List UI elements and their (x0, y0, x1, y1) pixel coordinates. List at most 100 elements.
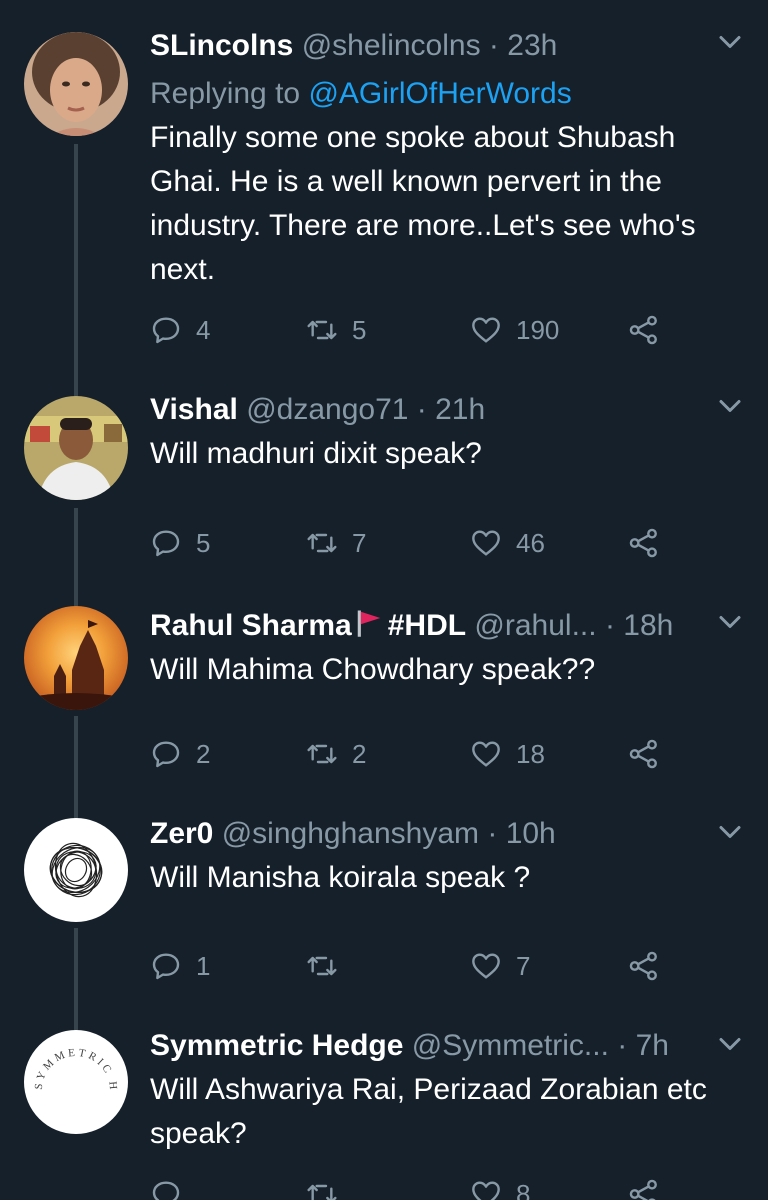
user-handle[interactable]: @dzango71 (246, 393, 408, 426)
user-handle[interactable]: @rahul... (474, 604, 596, 648)
like-button[interactable]: 46 (470, 521, 545, 565)
timestamp[interactable]: 7h (636, 1029, 669, 1062)
separator-dot: · (488, 29, 499, 62)
avatar[interactable] (24, 396, 128, 500)
tweet-actions: 4 5 190 (150, 308, 680, 352)
tweet-text: Will Ashwariya Rai, Perizaad Zorabian et… (150, 1073, 707, 1150)
avatar[interactable] (24, 818, 128, 922)
display-name[interactable]: SLincolns (150, 29, 293, 62)
user-handle[interactable]: @shelincolns (302, 29, 481, 62)
chevron-down-icon[interactable] (712, 388, 748, 424)
retweet-button[interactable] (306, 944, 352, 988)
reply-icon (152, 1181, 180, 1200)
tweet-actions: 8 (150, 1172, 680, 1200)
tweet[interactable]: SLincolns @shelincolns · 23h Replying to… (0, 20, 768, 402)
retweet-button[interactable]: 5 (306, 308, 366, 352)
retweet-button[interactable]: 7 (306, 521, 366, 565)
retweet-button[interactable] (306, 1172, 352, 1200)
replying-to: Replying to @AGirlOfHerWords (150, 72, 572, 116)
replying-to-label: Replying to (150, 77, 301, 110)
share-icon (629, 1179, 657, 1200)
timestamp[interactable]: 23h (507, 29, 557, 62)
tweet-text: Will Manisha koirala speak ? (150, 861, 531, 894)
reply-button[interactable]: 4 (150, 308, 210, 352)
thread-line (74, 144, 78, 402)
thread-line (74, 508, 78, 618)
display-name-suffix[interactable]: #HDL (388, 609, 466, 642)
tweet-header: Vishal @dzango71 · 21h (150, 388, 688, 432)
avatar[interactable]: SYMMETRIC HEDGE (24, 1030, 128, 1134)
retweet-icon (307, 744, 337, 764)
separator-dot: · (617, 1029, 628, 1062)
reply-count: 4 (196, 314, 211, 345)
share-button[interactable] (628, 521, 674, 565)
tweet[interactable]: Vishal @dzango71 · 21h Will madhuri dixi… (0, 386, 768, 618)
reply-count: 5 (196, 527, 211, 558)
replying-to-mention[interactable]: @AGirlOfHerWords (308, 77, 571, 110)
retweet-count: 5 (352, 314, 367, 345)
heart-icon (472, 530, 500, 556)
retweet-count: 2 (352, 738, 367, 769)
tweet[interactable]: Rahul Sharma #HDL @rahul... · 18h Will Ma… (0, 604, 768, 836)
reply-button[interactable]: 2 (150, 732, 210, 776)
tweet-text: Will Mahima Chowdhary speak?? (150, 653, 596, 686)
like-count: 190 (516, 314, 560, 345)
flag-icon (357, 610, 380, 637)
reply-count: 1 (196, 950, 211, 981)
reply-button[interactable]: 5 (150, 521, 210, 565)
reply-icon (152, 317, 180, 344)
display-name[interactable]: Symmetric Hedge (150, 1029, 403, 1062)
like-count: 46 (516, 527, 545, 558)
like-button[interactable]: 7 (470, 944, 530, 988)
share-icon (629, 739, 657, 769)
like-count: 8 (516, 1178, 531, 1200)
timestamp[interactable]: 10h (506, 817, 556, 850)
chevron-down-icon[interactable] (712, 24, 748, 60)
like-button[interactable]: 18 (470, 732, 545, 776)
tweet-actions: 2 2 18 (150, 732, 680, 776)
tweet-header: Zer0 @singhghanshyam · 10h (150, 812, 688, 856)
separator-dot: · (604, 609, 615, 642)
retweet-icon (307, 1184, 337, 1200)
share-button[interactable] (628, 308, 674, 352)
retweet-count: 7 (352, 527, 367, 558)
reply-count: 2 (196, 738, 211, 769)
reply-icon (152, 741, 180, 768)
reply-button[interactable]: 1 (150, 944, 210, 988)
user-handle[interactable]: @Symmetric... (412, 1024, 609, 1068)
tweet-text: Finally some one spoke about Shubash Gha… (150, 121, 696, 286)
display-name[interactable]: Vishal (150, 393, 238, 426)
share-button[interactable] (628, 732, 674, 776)
tweet[interactable]: SYMMETRIC HEDGE Symmetric Hedge @Symmetr… (0, 1024, 768, 1200)
reply-button[interactable] (150, 1172, 196, 1200)
display-name[interactable]: Zer0 (150, 817, 213, 850)
retweet-icon (307, 533, 337, 553)
share-button[interactable] (628, 944, 674, 988)
chevron-down-icon[interactable] (712, 1026, 748, 1062)
like-button[interactable]: 190 (470, 308, 559, 352)
tweet-text: Will madhuri dixit speak? (150, 437, 482, 470)
retweet-button[interactable]: 2 (306, 732, 366, 776)
avatar[interactable] (24, 32, 128, 136)
like-count: 18 (516, 738, 545, 769)
chevron-down-icon[interactable] (712, 604, 748, 640)
like-count: 7 (516, 950, 531, 981)
reply-thread: SLincolns @shelincolns · 23h Replying to… (0, 0, 768, 1200)
separator-dot: · (416, 393, 427, 426)
display-name[interactable]: Rahul Sharma (150, 609, 352, 642)
share-button[interactable] (628, 1172, 674, 1200)
retweet-icon (307, 956, 337, 976)
chevron-down-icon[interactable] (712, 814, 748, 850)
reply-icon (152, 530, 180, 557)
timestamp[interactable]: 18h (623, 609, 673, 642)
tweet-actions: 1 7 (150, 944, 680, 988)
tweet[interactable]: Zer0 @singhghanshyam · 10h Will Manisha … (0, 812, 768, 1044)
tweet-actions: 5 7 46 (150, 521, 680, 565)
like-button[interactable]: 8 (470, 1172, 530, 1200)
timestamp[interactable]: 21h (435, 393, 485, 426)
separator-dot: · (487, 817, 498, 850)
share-icon (629, 528, 657, 558)
user-handle[interactable]: @singhghanshyam (222, 817, 479, 850)
avatar[interactable] (24, 606, 128, 710)
retweet-icon (307, 320, 337, 340)
